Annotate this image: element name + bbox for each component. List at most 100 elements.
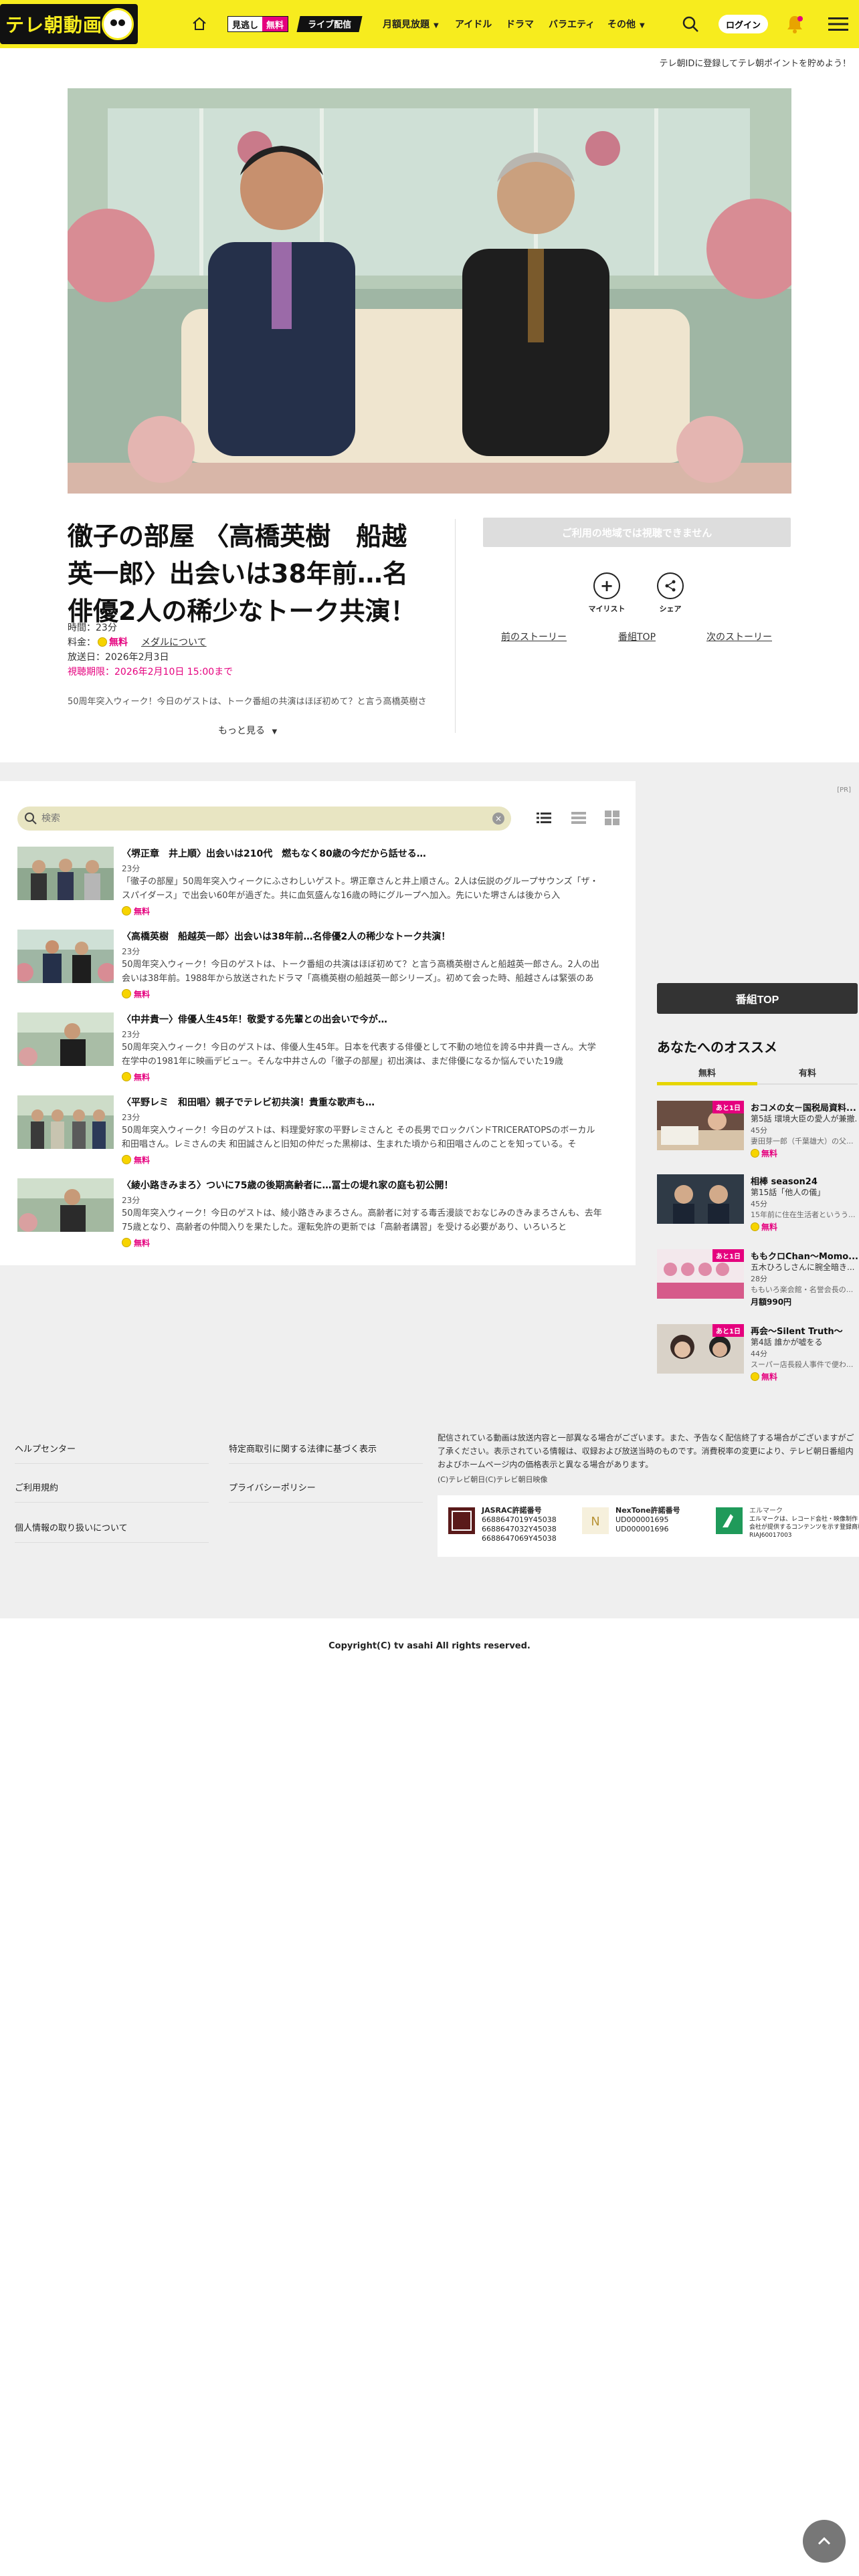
show-more-button[interactable]: もっと見る ▼	[218, 724, 277, 737]
next-story-link[interactable]: 次のストーリー	[706, 630, 772, 643]
scroll-to-top-button[interactable]	[803, 2520, 846, 2563]
coin-icon	[122, 989, 131, 998]
nav-drama[interactable]: ドラマ	[506, 17, 534, 31]
nav-other[interactable]: その他 ▼	[607, 17, 645, 31]
episode-duration: 23分	[122, 947, 140, 956]
episode-thumbnail	[17, 847, 114, 900]
medal-info-link[interactable]: メダルについて	[141, 637, 207, 648]
episode-duration: 23分	[122, 864, 140, 873]
footer-divider	[229, 1463, 423, 1464]
episode-search-input[interactable]	[41, 813, 443, 824]
tab-free[interactable]: 無料	[657, 1066, 757, 1079]
recommend-thumbnail: あと1日	[657, 1101, 744, 1150]
license-box: JASRAC許諾番号 6688647019Y45038 6688647032Y4…	[438, 1495, 859, 1557]
program-top-link[interactable]: 番組TOP	[618, 630, 656, 643]
region-unavailable-button[interactable]: ご利用の地域では視聴できません	[483, 518, 791, 547]
recommend-heading: あなたへのオススメ	[657, 1039, 777, 1055]
episode-thumbnail	[17, 930, 114, 983]
free-label: 無料	[134, 1239, 151, 1248]
recommend-item[interactable]: あと1日 おコメの女－国税局資料... 第5話 環境大臣の愛人が兼撤... 45…	[657, 1101, 858, 1161]
logo-text: テレ朝動画	[5, 14, 103, 36]
tab-paid[interactable]: 有料	[757, 1066, 858, 1079]
grid-view-icon[interactable]	[605, 811, 619, 825]
recommend-item[interactable]: あと1日 再会～Silent Truth～ 第4話 誰かが嘘をる 44分 スーパ…	[657, 1324, 858, 1384]
deadline-tag: あと1日	[712, 1324, 744, 1337]
episode-item[interactable]: 〈平野レミ 和田唱〉親子でテレビ初共演！貴重な歌声も… 23分 50周年突入ウィ…	[17, 1095, 619, 1165]
mylist-label: マイリスト	[588, 605, 626, 613]
program-top-button[interactable]: 番組TOP	[657, 983, 858, 1014]
site-header: テレ朝動画 見逃し 無料 ライブ配信 月額見放題 ▼ アイドル ドラマ バラエティ…	[0, 0, 859, 48]
nav-idol[interactable]: アイドル	[455, 17, 492, 31]
search-icon[interactable]	[681, 15, 700, 33]
nav-monthly-label: 月額見放題	[383, 19, 430, 30]
license-number: UD000001695 UD000001696	[615, 1515, 669, 1533]
deadline-tag: あと1日	[712, 1249, 744, 1262]
recommend-item[interactable]: 相棒 season24 第15話「他人の儀」 45分 15年前に住在生活者という…	[657, 1174, 858, 1235]
hamburger-menu-icon[interactable]	[828, 16, 848, 32]
home-icon[interactable]	[191, 16, 207, 32]
deadline-tag: あと1日	[712, 1101, 744, 1113]
episode-item[interactable]: 〈中井貴一〉俳優人生45年！敬愛する先輩との出会いで今が… 23分 50周年突入…	[17, 1012, 619, 1082]
recommend-duration: 28分	[751, 1275, 767, 1283]
license-number: 6688647019Y45038 6688647032Y45038 668864…	[482, 1515, 557, 1543]
detail-view-icon[interactable]	[571, 811, 586, 825]
footer-divider	[229, 1502, 423, 1503]
list-view-icon[interactable]	[537, 811, 551, 825]
license-name: エルマーク	[749, 1507, 783, 1515]
share-button[interactable]: シェア	[649, 572, 692, 614]
episode-title: 〈堺正章 井上順〉出会いは210代 燃もなく80歳の今だから話せる…	[122, 849, 426, 859]
footer-terms-link[interactable]: ご利用規約	[15, 1481, 58, 1493]
recommend-subtitle: 第5話 環境大臣の愛人が兼撤...	[751, 1114, 858, 1123]
license-name: NexTone許諾番号	[615, 1506, 680, 1515]
price-free: 無料	[109, 637, 128, 648]
recommend-duration: 44分	[751, 1350, 767, 1358]
episode-description: 50周年突入ウィーク！今日のゲストは、綾小路きみまろさん。高齢者に対する毒舌漫談…	[122, 1208, 602, 1232]
mascot-icon	[102, 8, 134, 40]
recommend-price: 月額990円	[751, 1297, 792, 1307]
recommend-title: ももクロChan～Momo...	[751, 1252, 858, 1262]
free-label: 無料	[134, 907, 151, 916]
site-logo[interactable]: テレ朝動画	[0, 4, 138, 44]
nav-variety[interactable]: バラエティ	[549, 17, 595, 31]
footer-help-link[interactable]: ヘルプセンター	[15, 1442, 76, 1455]
footer-privacy-handling-link[interactable]: 個人情報の取り扱いについて	[15, 1521, 128, 1533]
chevron-down-icon: ▼	[640, 22, 645, 29]
search-icon	[25, 813, 37, 825]
coin-icon	[122, 1155, 131, 1164]
login-button[interactable]: ログイン	[719, 15, 768, 33]
mitotarashi-badge[interactable]: 見逃し 無料	[227, 16, 289, 32]
recommend-description: 15年前に住在生活者というう...	[751, 1210, 856, 1219]
clear-icon[interactable]: ×	[492, 813, 504, 825]
recommend-subtitle: 第4話 誰かが嘘をる	[751, 1337, 823, 1347]
episode-item[interactable]: 〈綾小路きみまろ〉ついに75歳の後期高齢者に…冨士の堤れ家の庭も初公開！ 23分…	[17, 1178, 619, 1248]
episode-search-box[interactable]: ×	[17, 807, 511, 831]
episode-price: 無料	[122, 905, 150, 917]
nav-idol-label: アイドル	[455, 19, 492, 30]
live-badge[interactable]: ライブ配信	[296, 16, 363, 32]
episode-duration: 23分	[122, 1196, 140, 1205]
promo-banner-text[interactable]: テレ朝IDに登録してテレ朝ポイントを貯めよう！	[660, 56, 851, 69]
footer-divider	[15, 1502, 209, 1503]
episode-description: 50周年突入ウィーク！今日のゲストは、料理愛好家の平野レミさんと その長男でロッ…	[122, 1125, 595, 1150]
footer-commerce-law-link[interactable]: 特定商取引に関する法律に基づく表示	[229, 1442, 377, 1455]
recommend-price: 無料	[751, 1371, 777, 1382]
program-duration: 時間：23分	[68, 623, 117, 633]
recommend-price-label: 無料	[761, 1222, 778, 1232]
copyright-footer: Copyright(C) tv asahi All rights reserve…	[0, 1618, 859, 1673]
recommend-duration: 45分	[751, 1200, 767, 1208]
prev-story-link[interactable]: 前のストーリー	[501, 630, 567, 643]
episode-item[interactable]: 〈堺正章 井上順〉出会いは210代 燃もなく80歳の今だから話せる… 23分 「…	[17, 847, 619, 917]
footer-privacy-policy-link[interactable]: プライバシーポリシー	[229, 1481, 316, 1493]
mylist-button[interactable]: + マイリスト	[585, 572, 628, 614]
free-label: 無料	[134, 1073, 151, 1082]
license-number: エルマークは、レコード会社・映像制作 会社が提供するコンテンツを示す登録商標です…	[749, 1516, 859, 1539]
episode-title: 〈平野レミ 和田唱〉親子でテレビ初共演！貴重な歌声も…	[122, 1097, 375, 1108]
free-label: 無料	[134, 990, 151, 999]
nav-monthly[interactable]: 月額見放題 ▼	[383, 17, 439, 31]
episode-item[interactable]: 〈高橋英樹 船越英一郎〉出会いは38年前…名俳優2人の稀少なトーク共演！ 23分…	[17, 930, 619, 999]
coin-icon	[751, 1149, 759, 1158]
show-more-label: もっと見る	[218, 726, 265, 736]
bell-icon[interactable]	[784, 13, 805, 35]
recommend-item[interactable]: あと1日 ももクロChan～Momo... 五木ひろしさんに腕全暗き... 28…	[657, 1249, 858, 1309]
recommend-price: 無料	[751, 1148, 777, 1159]
